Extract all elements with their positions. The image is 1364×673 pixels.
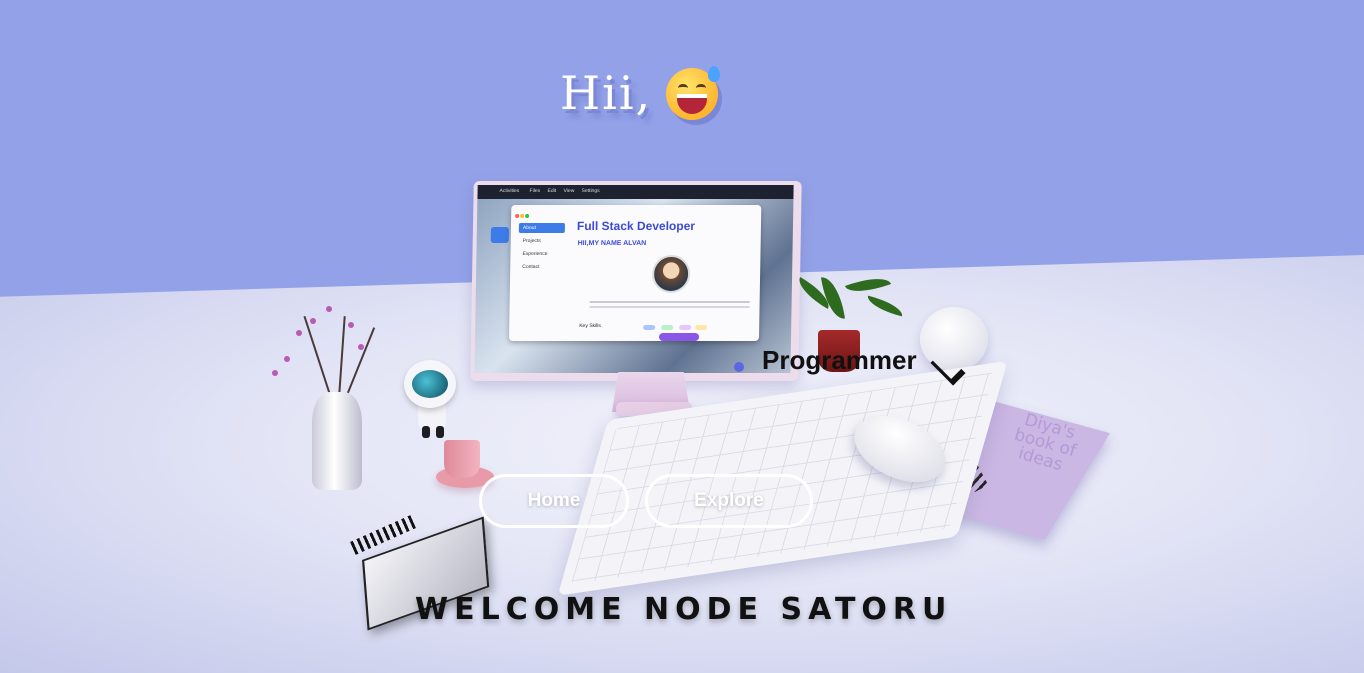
vase-body: [312, 392, 362, 490]
window-subtitle: HII,MY NAME ALVAN: [577, 240, 647, 247]
window-sidebar: About Projects Experience Contact: [518, 223, 566, 275]
skill-chip: [679, 325, 692, 330]
skill-chip: [695, 325, 708, 330]
sidebar-item-about: About: [518, 223, 566, 233]
taskbar-item: Settings: [581, 188, 600, 194]
blossom: [296, 330, 302, 336]
sweat-drop-icon: [708, 66, 720, 82]
grinning-sweat-emoji-icon: [666, 66, 720, 120]
role-label: Programmer: [762, 345, 917, 375]
minimize-dot-icon: [520, 214, 525, 218]
skill-chip: [661, 325, 674, 330]
emoji-eye-right: [696, 84, 706, 92]
blossom: [326, 306, 332, 312]
blossom: [272, 370, 278, 376]
typing-dot-icon: [734, 362, 744, 372]
blossom: [310, 318, 316, 324]
emoji-eye-left: [678, 84, 688, 92]
portfolio-window: About Projects Experience Contact Full S…: [508, 205, 762, 341]
skills-label: Key Skills: [579, 323, 601, 329]
bio-text-lines: [589, 301, 750, 303]
welcome-heading: WELCOME NODE SATORU: [415, 592, 953, 627]
maximize-dot-icon: [525, 214, 530, 218]
astronaut-visor: [412, 370, 448, 398]
taskbar-item: View: [563, 188, 575, 194]
greeting-heading: Hii,: [560, 66, 653, 120]
monitor-screen: Activities Files Edit View Settings Abou…: [474, 185, 794, 373]
window-title: Full Stack Developer: [576, 219, 696, 233]
home-button[interactable]: Home: [479, 474, 629, 528]
skill-chip: [643, 325, 656, 330]
profile-avatar: [651, 255, 691, 293]
sidebar-item-projects: Projects: [522, 238, 541, 244]
screen-taskbar: Activities Files Edit View Settings: [477, 185, 794, 199]
window-action-button: [658, 333, 700, 341]
sidebar-item-contact: Contact: [522, 264, 540, 270]
blossom: [284, 356, 290, 362]
desk-scene: Hii, Activities Files Edit View Settings…: [0, 0, 1364, 673]
desktop-monitor: Activities Files Edit View Settings Abou…: [470, 181, 802, 381]
blossom: [358, 344, 364, 350]
folder-icon: [490, 227, 509, 243]
taskbar-item: Files: [529, 188, 541, 194]
explore-button[interactable]: Explore: [645, 474, 813, 528]
cup-body: [444, 440, 480, 478]
taskbar-item: Activities: [499, 188, 520, 194]
taskbar-item: Edit: [547, 188, 557, 194]
blossom: [348, 322, 354, 328]
emoji-mouth: [677, 94, 707, 114]
astronaut-leg: [436, 426, 444, 438]
astronaut-leg: [422, 426, 430, 438]
close-dot-icon: [515, 214, 520, 218]
sidebar-item-experience: Experience: [522, 251, 548, 257]
